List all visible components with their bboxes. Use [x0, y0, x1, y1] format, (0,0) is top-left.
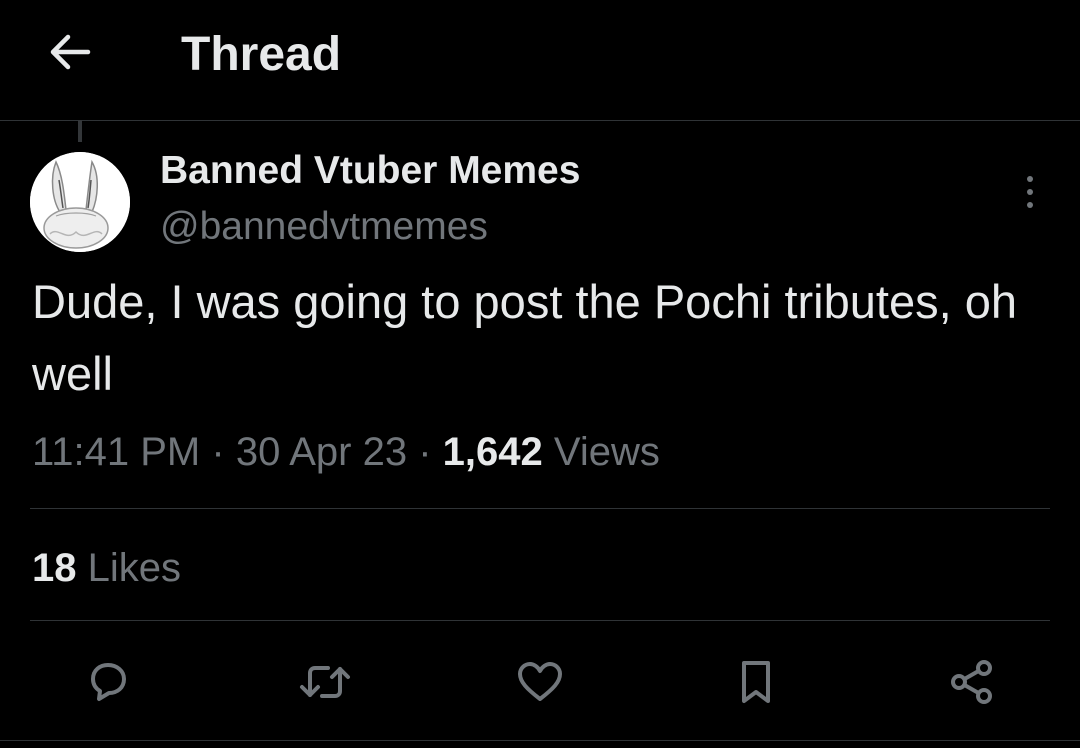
meta-separator: ·: [211, 430, 225, 474]
share-button[interactable]: [944, 654, 1000, 710]
user-handle[interactable]: @bannedvtmemes: [160, 202, 488, 252]
thread-connector-line: [78, 120, 82, 142]
page-title: Thread: [181, 28, 342, 81]
retweet-icon: [300, 666, 350, 698]
more-vertical-icon: [1027, 176, 1033, 208]
tweet-text: Dude, I was going to post the Pochi trib…: [32, 275, 1017, 400]
reply-button[interactable]: [80, 654, 136, 710]
back-button[interactable]: [44, 28, 96, 76]
views-count: 1,642: [442, 430, 543, 474]
likes-link[interactable]: 18 Likes: [32, 540, 181, 596]
heart-icon: [518, 662, 562, 701]
likes-label: Likes: [87, 546, 182, 590]
avatar-image: [30, 152, 130, 252]
reply-icon: [91, 663, 126, 701]
avatar[interactable]: [30, 152, 130, 252]
tweet-meta: 11:41 PM · 30 Apr 23 · 1,642 Views: [32, 424, 660, 480]
more-options-button[interactable]: [1010, 170, 1050, 214]
divider: [0, 740, 1080, 741]
display-name[interactable]: Banned Vtuber Memes: [160, 146, 580, 196]
arrow-left-icon: [50, 34, 91, 70]
divider: [30, 508, 1050, 509]
tweet-time[interactable]: 11:41 PM: [32, 430, 200, 474]
bookmark-button[interactable]: [728, 654, 784, 710]
like-button[interactable]: [512, 654, 568, 710]
likes-count: 18: [32, 546, 77, 590]
divider: [30, 620, 1050, 621]
bookmark-icon: [742, 661, 770, 703]
top-bar: Thread: [0, 0, 1080, 121]
meta-separator: ·: [418, 430, 432, 474]
retweet-button[interactable]: [297, 654, 353, 710]
share-icon: [951, 660, 992, 704]
tweet-date[interactable]: 30 Apr 23: [236, 430, 407, 474]
views-label: Views: [553, 430, 660, 474]
